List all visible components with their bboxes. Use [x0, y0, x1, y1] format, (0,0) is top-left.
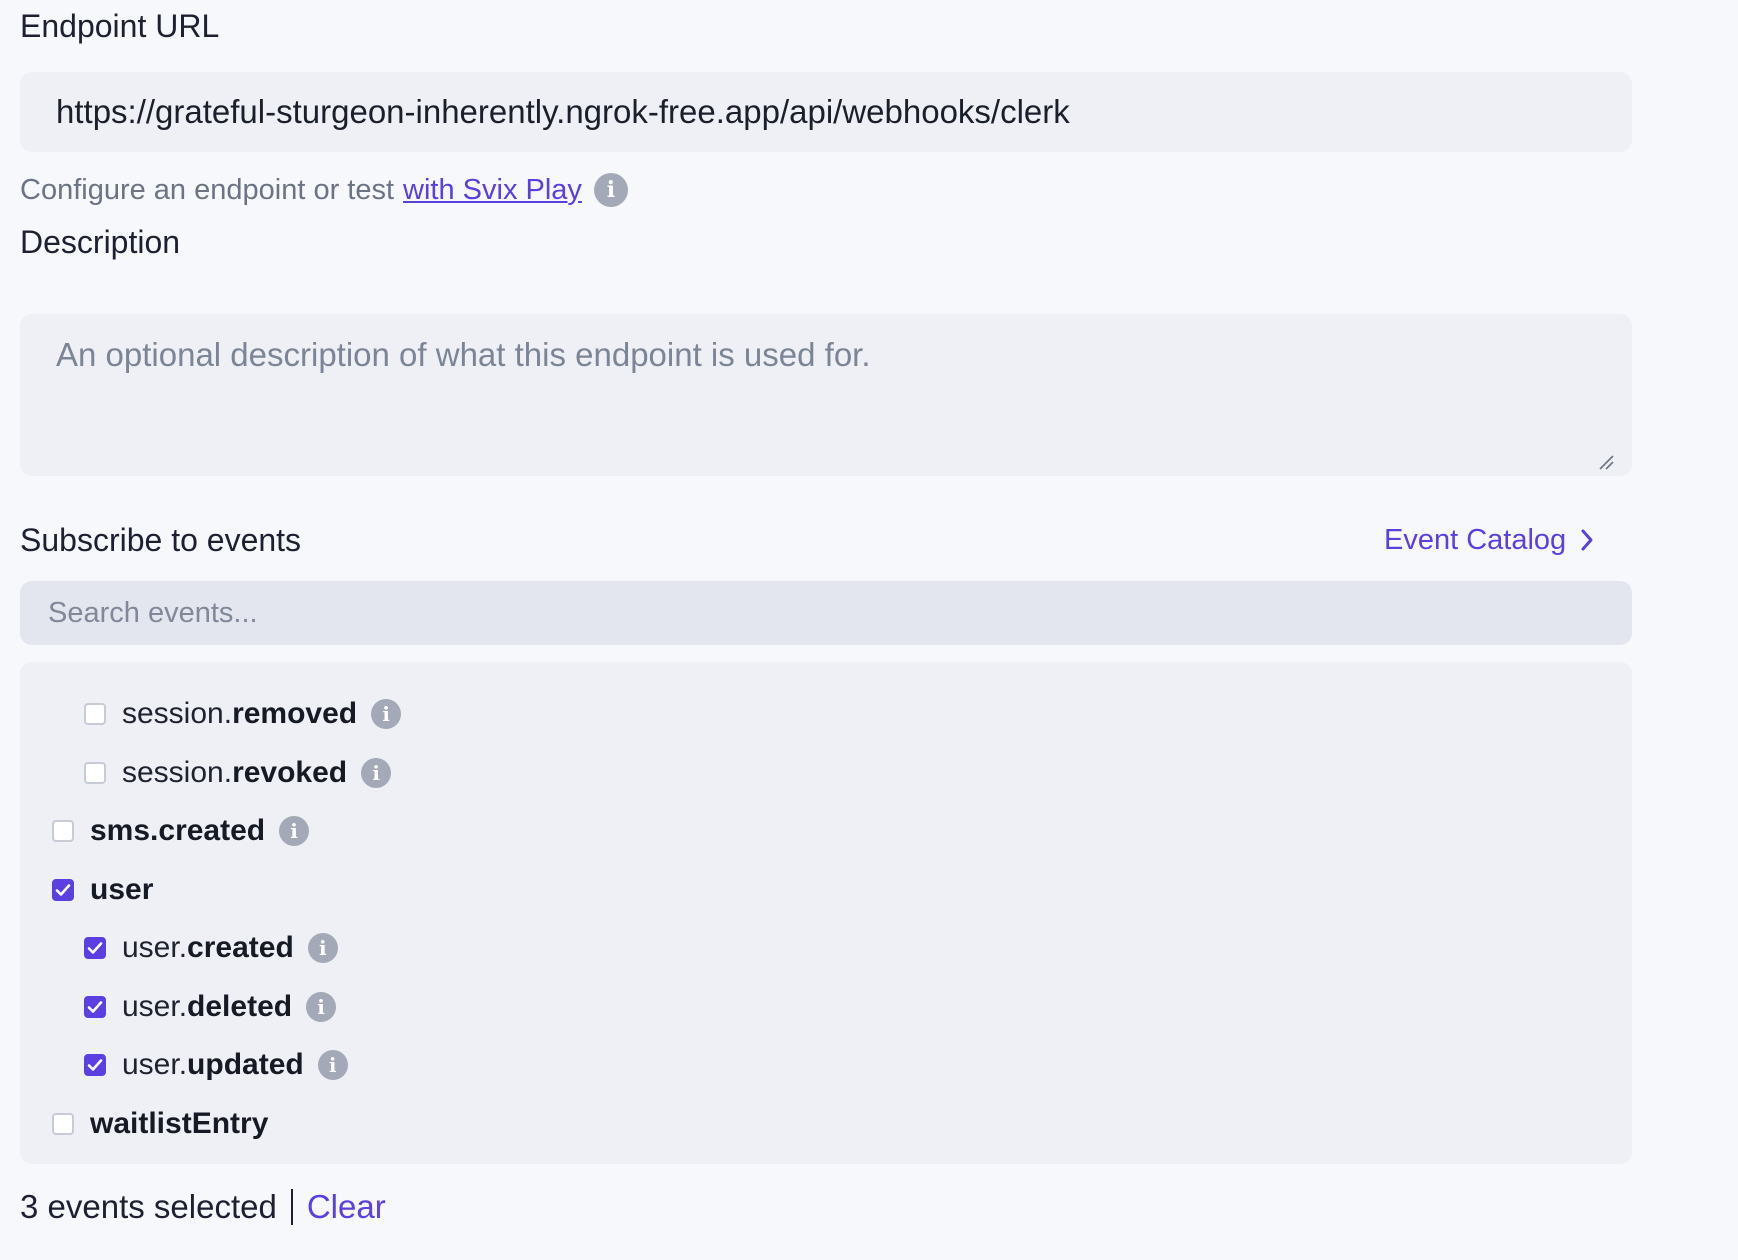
description-textarea[interactable]: An optional description of what this end…	[20, 314, 1632, 476]
event-checkbox[interactable]	[52, 820, 74, 842]
event-prefix: user.	[122, 989, 188, 1023]
search-events-input[interactable]: Search events...	[20, 581, 1632, 645]
event-row[interactable]: waitlistEntry.createdi	[84, 1160, 439, 1164]
selected-count: 3 events selected	[20, 1188, 277, 1225]
event-row[interactable]: user. updated i	[84, 1043, 348, 1087]
event-row[interactable]: user	[52, 868, 153, 912]
event-checkbox[interactable]	[52, 878, 74, 901]
event-row[interactable]: session. revoked i	[84, 751, 392, 795]
event-name: user	[90, 872, 154, 906]
event-row[interactable]: waitlistEntry	[52, 1102, 268, 1146]
resize-grip-icon[interactable]	[1598, 454, 1614, 470]
event-checkbox[interactable]	[84, 1054, 106, 1076]
event-checkbox[interactable]	[84, 703, 106, 725]
endpoint-form: Endpoint URL https://grateful-sturgeon-i…	[0, 0, 1738, 1260]
info-icon[interactable]: i	[306, 991, 337, 1022]
description-placeholder: An optional description of what this end…	[56, 336, 871, 373]
event-name: revoked	[232, 755, 348, 789]
event-prefix: session.	[122, 755, 233, 789]
event-prefix: user.	[122, 1048, 188, 1081]
event-row[interactable]: session. removed i	[84, 692, 402, 736]
event-checkbox[interactable]	[84, 761, 106, 784]
event-name: removed	[232, 697, 358, 730]
event-name: created	[187, 931, 294, 964]
event-name: updated	[187, 1048, 304, 1081]
event-checkbox[interactable]	[84, 995, 106, 1018]
info-icon[interactable]: i	[307, 933, 338, 963]
event-prefix: session.	[122, 697, 233, 730]
clear-button[interactable]: Clear	[307, 1188, 386, 1226]
event-checkbox[interactable]	[52, 1112, 74, 1135]
description-label: Description	[20, 224, 181, 260]
chevron-right-icon	[1581, 529, 1593, 551]
info-icon[interactable]: i	[593, 173, 628, 207]
event-name: deleted	[187, 989, 293, 1023]
svix-play-link[interactable]: with Svix Play	[403, 174, 582, 207]
info-icon[interactable]: i	[361, 757, 392, 788]
event-catalog-link[interactable]: Event Catalog	[1384, 518, 1594, 562]
event-checkbox[interactable]	[84, 937, 106, 959]
event-catalog-label: Event Catalog	[1384, 523, 1567, 556]
event-row[interactable]: sms.created i	[52, 809, 310, 853]
info-icon[interactable]: i	[279, 816, 310, 846]
info-icon[interactable]: i	[371, 699, 402, 729]
subscribe-label: Subscribe to events	[20, 521, 302, 558]
event-prefix: user.	[122, 931, 188, 964]
endpoint-helper: Configure an endpoint or test with Svix …	[20, 168, 628, 212]
info-icon[interactable]: i	[317, 1050, 348, 1080]
selection-footer: 3 events selected Clear	[20, 1182, 386, 1232]
footer-divider	[290, 1189, 293, 1225]
event-name: sms.created	[90, 814, 266, 847]
event-name: waitlistEntry	[90, 1106, 269, 1140]
event-list[interactable]: session. removed i session. revoked i sms.crea…	[20, 662, 1632, 1164]
endpoint-url-input[interactable]: https://grateful-sturgeon-inherently.ngr…	[20, 72, 1632, 152]
endpoint-url-label: Endpoint URL	[20, 8, 220, 44]
helper-text: Configure an endpoint or test	[20, 173, 395, 206]
event-row[interactable]: user. created i	[84, 926, 338, 970]
event-row[interactable]: user. deleted i	[84, 985, 337, 1029]
